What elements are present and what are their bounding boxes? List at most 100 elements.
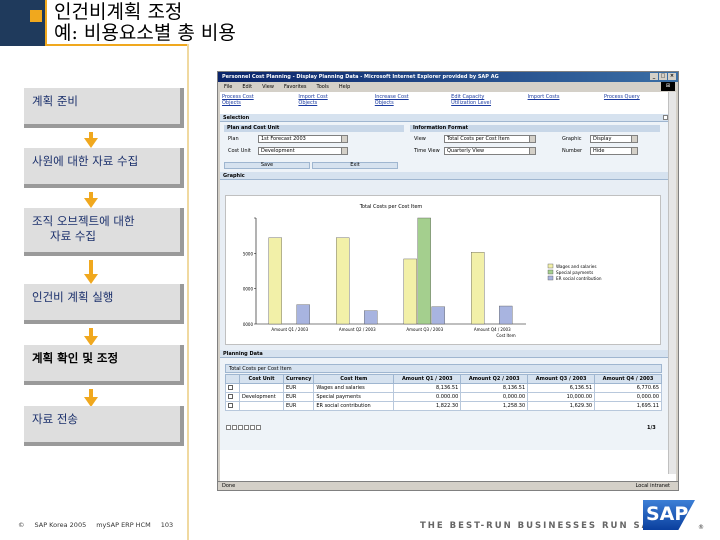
- checkbox[interactable]: [228, 384, 233, 390]
- row-select-cell[interactable]: [225, 392, 240, 402]
- view-label: View: [414, 136, 426, 142]
- minimize-icon[interactable]: _: [650, 73, 658, 80]
- bar: [499, 305, 513, 325]
- cell-q4[interactable]: 6,770.65: [594, 383, 662, 393]
- windows-logo-icon: ⊞: [661, 82, 675, 91]
- link-process-cost-objects[interactable]: Process Cost Objects: [222, 94, 282, 114]
- menu-favorites[interactable]: Favorites: [284, 84, 307, 90]
- col-currency[interactable]: Currency: [282, 374, 315, 384]
- cell-cost-unit: [239, 401, 284, 411]
- table-row: EUR ER social contribution 1,822.30 1,25…: [225, 401, 662, 411]
- selection-header-label: Selection: [223, 115, 250, 121]
- cell-q4[interactable]: 1,695.11: [594, 401, 662, 411]
- slide-footer: © SAP Korea 2005 mySAP ERP HCM 103: [18, 521, 173, 529]
- cell-q2[interactable]: 1,258.30: [460, 401, 529, 411]
- cell-q3[interactable]: 6,136.51: [527, 383, 596, 393]
- view-select[interactable]: Total Costs per Cost Item: [444, 135, 536, 143]
- cell-cost-item: ER social contribution: [313, 401, 395, 411]
- cell-q3[interactable]: 10,000.00: [527, 392, 596, 402]
- chevron-down-icon: [631, 148, 637, 154]
- cell-q1[interactable]: 1,822.30: [393, 401, 462, 411]
- timeview-select[interactable]: Quarterly View: [444, 147, 536, 155]
- status-zone: Local intranet: [635, 483, 670, 489]
- bar: [336, 237, 350, 325]
- number-select[interactable]: Hide: [590, 147, 638, 155]
- cell-q4[interactable]: 0,000.00: [594, 392, 662, 402]
- chevron-down-icon: [341, 136, 347, 142]
- slide-title-line1: 인건비계획 조정: [54, 1, 183, 23]
- browser-content: Process Cost Objects Import Cost Objects I…: [220, 92, 676, 482]
- function-links: Process Cost Objects Import Cost Objects I…: [220, 92, 676, 114]
- col-cost-item[interactable]: Cost Item: [313, 374, 395, 384]
- number-value: Hide: [593, 148, 605, 154]
- save-button[interactable]: Save: [224, 162, 310, 169]
- cell-q1[interactable]: 0.000.00: [393, 392, 462, 402]
- x-tick-label: Amount Q3 / 2003: [406, 327, 443, 332]
- page-indicator: 1/3: [647, 425, 656, 431]
- row-select-cell[interactable]: [225, 401, 240, 411]
- view-value: Total Costs per Cost Item: [447, 136, 510, 142]
- legend-label: ER social contribution: [556, 276, 602, 281]
- next-page-icon[interactable]: [250, 425, 255, 430]
- process-step-transfer-data: 자료 전송: [24, 406, 184, 446]
- step-label: 자료 전송: [32, 412, 78, 426]
- graphic-select[interactable]: Display: [590, 135, 638, 143]
- cost-unit-select[interactable]: Development: [258, 147, 348, 155]
- link-process-query[interactable]: Process Query: [604, 94, 664, 114]
- cost-unit-value: Development: [261, 148, 295, 154]
- header-rule: [47, 44, 187, 46]
- plan-select[interactable]: 1st Forecast 2003: [258, 135, 348, 143]
- prev-page-icon[interactable]: [232, 425, 237, 430]
- checkbox[interactable]: [228, 393, 233, 399]
- table-header-row: Cost Unit Currency Cost Item Amount Q1 /…: [225, 374, 662, 384]
- cell-q1[interactable]: 8,136.51: [393, 383, 462, 393]
- link-import-costs[interactable]: Import Costs: [528, 94, 588, 114]
- cell-q2[interactable]: 8,136.51: [460, 383, 529, 393]
- sap-logo: SAP: [643, 500, 695, 530]
- menu-file[interactable]: File: [224, 84, 232, 90]
- chevron-down-icon: [341, 148, 347, 154]
- row-select-cell[interactable]: [225, 383, 240, 393]
- link-increase-cost-objects[interactable]: Increase Cost Objects: [375, 94, 435, 114]
- link-import-cost-objects[interactable]: Import Cost Objects: [298, 94, 358, 114]
- process-step-plan-prep: 계획 준비: [24, 88, 184, 128]
- menu-help[interactable]: Help: [339, 84, 350, 90]
- planning-table: Cost Unit Currency Cost Item Amount Q1 /…: [225, 374, 662, 411]
- chevron-down-icon: [529, 136, 535, 142]
- x-tick-label: Amount Q4 / 2003: [474, 327, 511, 332]
- close-icon[interactable]: ×: [668, 73, 676, 80]
- timeview-label: Time View: [414, 148, 440, 154]
- page-down-icon[interactable]: [244, 425, 249, 430]
- header-block: [0, 0, 46, 46]
- cell-currency: EUR: [282, 383, 315, 393]
- page-up-icon[interactable]: [238, 425, 243, 430]
- maximize-icon[interactable]: □: [659, 73, 667, 80]
- last-page-icon[interactable]: [256, 425, 261, 430]
- cell-cost-item: Wages and salaries: [313, 383, 395, 393]
- bar: [403, 258, 417, 325]
- step-label: 조직 오브젝트에 대한: [32, 214, 135, 228]
- x-tick-label: Amount Q2 / 2003: [339, 327, 376, 332]
- menu-view[interactable]: View: [262, 84, 274, 90]
- exit-button[interactable]: Exit: [312, 162, 398, 169]
- process-step-org-data: 조직 오브젝트에 대한 자료 수집: [24, 208, 184, 256]
- col-q2[interactable]: Amount Q2 / 2003: [460, 374, 529, 384]
- cell-q2[interactable]: 0,000.00: [460, 392, 529, 402]
- col-q1[interactable]: Amount Q1 / 2003: [393, 374, 462, 384]
- browser-window: Personnel Cost Planning - Display Planni…: [217, 71, 679, 491]
- link-edit-capacity[interactable]: Edit Capacity Utilization Level: [451, 94, 511, 114]
- col-q3[interactable]: Amount Q3 / 2003: [527, 374, 596, 384]
- slide-title-line2: 예: 비용요소별 총 비용: [54, 22, 236, 44]
- chart-frame: Total Costs per Cost Item 5000 0000 0000 Amo…: [225, 195, 661, 345]
- x-axis-label: Cost Item: [496, 333, 515, 338]
- vertical-scrollbar[interactable]: [668, 92, 676, 474]
- step-label: 계획 확인 및 조정: [32, 351, 119, 365]
- cell-q3[interactable]: 1,629.30: [527, 401, 596, 411]
- col-cost-unit[interactable]: Cost Unit: [239, 374, 284, 384]
- col-q4[interactable]: Amount Q4 / 2003: [594, 374, 662, 384]
- menu-tools[interactable]: Tools: [317, 84, 329, 90]
- checkbox[interactable]: [228, 402, 233, 408]
- cell-cost-item: Special payments: [313, 392, 395, 402]
- first-page-icon[interactable]: [226, 425, 231, 430]
- menu-edit[interactable]: Edit: [242, 84, 252, 90]
